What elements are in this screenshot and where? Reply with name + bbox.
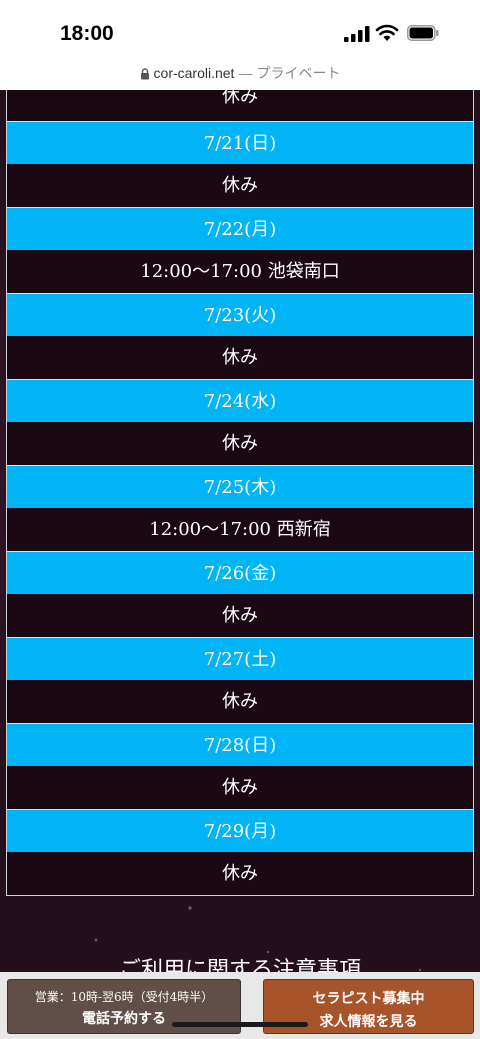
cellular-signal-icon <box>344 26 370 42</box>
url-separator: — <box>238 65 253 81</box>
private-mode-label: プライベート <box>256 65 341 81</box>
schedule-status: 休み <box>7 336 473 379</box>
lock-icon <box>140 68 149 80</box>
schedule-date: 7/21(日) <box>7 121 473 164</box>
schedule-date: 7/29(月) <box>7 809 473 852</box>
schedule-date: 7/25(木) <box>7 465 473 508</box>
recruit-line2: 求人情報を見る <box>319 1014 418 1030</box>
schedule-status: 12:00〜17:00 池袋南口 <box>7 250 473 293</box>
schedule-status: 12:00〜17:00 西新宿 <box>7 508 473 551</box>
home-indicator[interactable] <box>172 1022 308 1027</box>
schedule-status: 休み <box>7 680 473 723</box>
schedule-date: 7/28(日) <box>7 723 473 766</box>
schedule-date: 7/23(火) <box>7 293 473 336</box>
schedule-table: 休み 7/21(日) 休み 7/22(月) 12:00〜17:00 池袋南口 7… <box>6 90 474 896</box>
battery-icon <box>407 25 439 41</box>
schedule-status: 休み <box>7 422 473 465</box>
bottom-action-bar: 営業：10時-翌6時（受付4時半） 電話予約する セラピスト募集中 求人情報を見… <box>0 972 480 1039</box>
schedule-date: 7/26(金) <box>7 551 473 594</box>
recruit-line1: セラピスト募集中 <box>312 991 425 1007</box>
status-bar: 18:00 <box>0 0 480 60</box>
schedule-date: 7/27(土) <box>7 637 473 680</box>
schedule-date: 7/22(月) <box>7 207 473 250</box>
business-hours-text: 営業：10時-翌6時（受付4時半） <box>34 990 214 1004</box>
schedule-status: 休み <box>7 164 473 207</box>
status-time: 18:00 <box>60 22 114 45</box>
schedule-status: 休み <box>7 594 473 637</box>
address-bar[interactable]: cor-caroli.net — プライベート <box>0 60 480 90</box>
url-domain: cor-caroli.net <box>153 65 235 81</box>
schedule-bottom-border <box>7 895 473 896</box>
schedule-date: 7/24(水) <box>7 379 473 422</box>
wifi-icon <box>375 24 399 41</box>
schedule-status-partial: 休み <box>7 90 473 121</box>
schedule-status: 休み <box>7 852 473 895</box>
schedule-status: 休み <box>7 766 473 809</box>
page-content[interactable]: 休み 7/21(日) 休み 7/22(月) 12:00〜17:00 池袋南口 7… <box>0 90 480 1039</box>
